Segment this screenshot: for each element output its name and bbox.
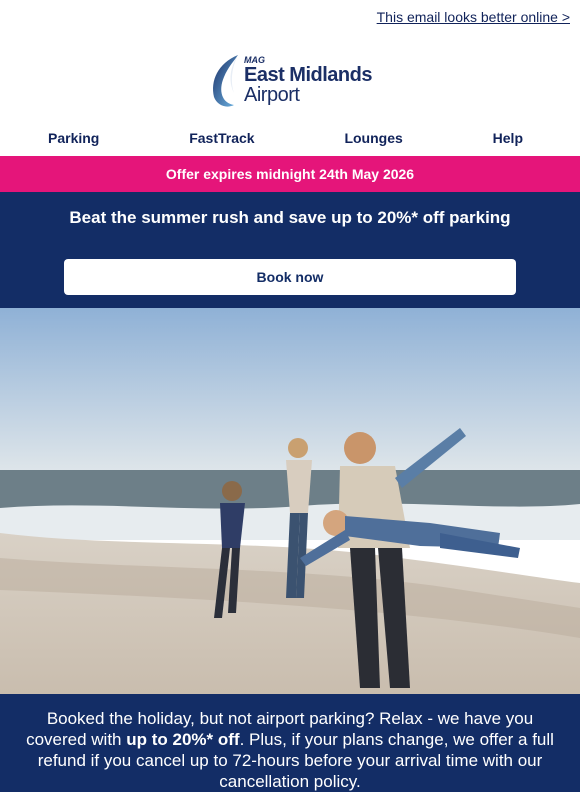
logo-name-line2: Airport (244, 84, 300, 106)
logo-area: MAG East Midlands Airport (0, 38, 580, 123)
beach-family-photo[interactable] (0, 308, 580, 694)
logo-wordmark: MAG East Midlands Airport (244, 56, 372, 106)
offer-banner: Offer expires midnight 24th May 2026 (0, 156, 580, 192)
logo-name-line1: East Midlands (244, 64, 372, 86)
airport-logo[interactable]: MAG East Midlands Airport (208, 53, 372, 109)
intro-text-highlight: up to 20%* off (126, 730, 240, 749)
main-nav: Parking FastTrack Lounges Help (0, 123, 580, 153)
intro-text-section: Booked the holiday, but not airport park… (0, 694, 580, 792)
hero-section: Beat the summer rush and save up to 20%*… (0, 192, 580, 308)
book-now-button[interactable]: Book now (64, 259, 516, 295)
nav-fasttrack[interactable]: FastTrack (189, 130, 254, 146)
airport-logo-icon (213, 54, 238, 107)
nav-help[interactable]: Help (493, 130, 523, 146)
hero-title: Beat the summer rush and save up to 20%*… (69, 208, 511, 227)
offer-text: Offer expires midnight 24th May 2026 (165, 166, 415, 182)
view-online-link[interactable]: This email looks better online > (377, 9, 570, 25)
nav-parking[interactable]: Parking (48, 130, 99, 146)
beach-photo-illustration (0, 308, 580, 694)
header-bar: This email looks better online > (0, 0, 580, 34)
nav-lounges[interactable]: Lounges (344, 130, 402, 146)
